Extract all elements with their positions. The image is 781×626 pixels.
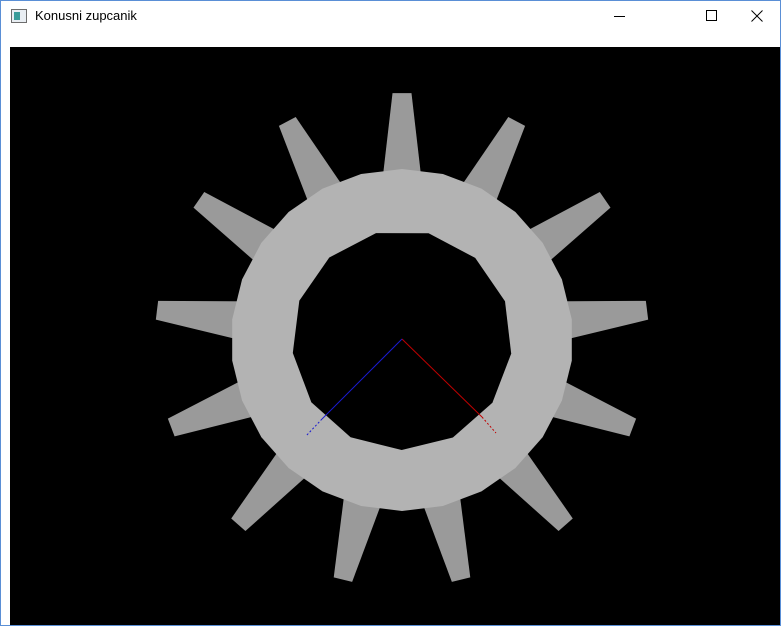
maximize-icon (706, 10, 717, 21)
title-bar[interactable]: Konusni zupcanik (1, 1, 780, 31)
window-title: Konusni zupcanik (35, 8, 137, 23)
close-icon (751, 10, 763, 22)
gear-scene (155, 93, 649, 582)
maximize-button[interactable] (689, 1, 735, 31)
minimize-icon (614, 16, 625, 17)
minimize-button[interactable] (597, 1, 643, 31)
close-button[interactable] (734, 1, 780, 31)
app-window: Konusni zupcanik (0, 0, 781, 626)
render-viewport[interactable] (10, 47, 780, 625)
app-icon (11, 9, 27, 23)
